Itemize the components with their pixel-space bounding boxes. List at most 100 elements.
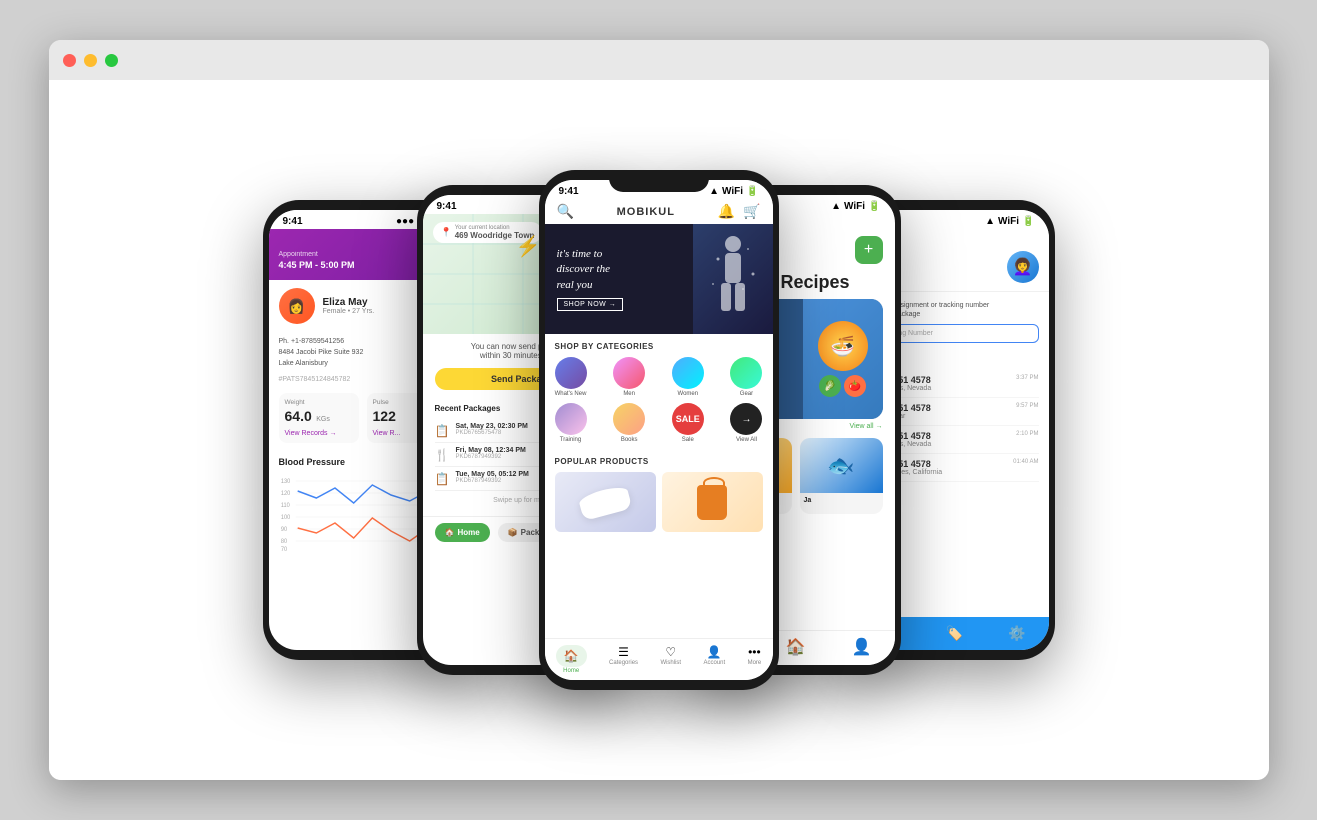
recipe-card-2[interactable]: 🐟 Ja [800,438,883,514]
tracking-nav-settings[interactable]: ⚙️ [1008,625,1025,642]
category-view-all[interactable]: → View All [730,403,762,443]
patient-info: Female • 27 Yrs. [323,308,375,315]
tab-home-label: Home [457,528,479,537]
phones-container: 9:41 ●●● ▲ 🔋 Appointment 4:45 PM - 5:00 … [109,100,1209,760]
tab-home[interactable]: 🏠 Home [435,523,490,542]
packages-icon: 📦 [508,528,518,537]
whats-new-circle [555,357,587,389]
weight-card: Weight 64.0 KGs View Records → [279,393,359,443]
category-books[interactable]: Books [613,403,645,443]
bell-icon[interactable]: 🔔 [718,203,735,220]
phone-mobikul: 9:41 ▲ WiFi 🔋 🔍 MOBIKUL 🔔 🛒 [539,170,779,690]
package-icon-2: 🍴 [435,448,450,462]
view-records-btn[interactable]: View Records → [285,430,353,437]
mobikul-bottom-nav: 🏠 Home ☰ Categories ♡ Wishlist [545,638,773,680]
svg-text:130: 130 [280,478,289,484]
popular-products: POPULAR PRODUCTS [545,453,773,536]
category-sale[interactable]: SALE Sale [672,403,704,443]
weight-value: 64.0 [285,408,312,424]
recipe-info-2: Ja [800,493,883,508]
nav-wishlist-label: Wishlist [660,660,681,666]
browser-window: 9:41 ●●● ▲ 🔋 Appointment 4:45 PM - 5:00 … [49,40,1269,780]
maximize-button[interactable] [105,54,118,67]
pulse-value: 122 [373,408,396,424]
categories-nav-icon: ☰ [618,645,629,659]
more-nav-icon: ••• [748,645,761,659]
weight-unit: KGs [316,416,330,423]
tracking-nav-tag[interactable]: 🏷️ [946,625,963,642]
popular-title: POPULAR PRODUCTS [555,457,763,466]
nav-categories[interactable]: ☰ Categories [605,643,642,676]
view-records-label: View Records → [285,430,337,437]
shop-now-button[interactable]: SHOP NOW → [557,298,624,311]
shop-categories: SHOP BY CATEGORIES What's New Men [545,334,773,453]
minimize-button[interactable] [84,54,97,67]
category-gear[interactable]: Gear [730,357,762,397]
map-pin-icon: 📍 [441,227,452,238]
search-icon[interactable]: 🔍 [557,203,574,220]
category-men[interactable]: Men [613,357,645,397]
nav-more[interactable]: ••• More [744,643,766,676]
gear-circle [730,357,762,389]
tracking-avatar: 👩‍🦱 [1007,251,1039,283]
food-visual-2: 🥬 [819,375,841,397]
svg-text:110: 110 [280,502,289,508]
books-circle [613,403,645,435]
weight-label: Weight [285,399,353,406]
delivery-time: 9:41 [437,201,457,212]
categories-row-2: Training Books SALE Sale → [555,403,763,443]
food-visual-3: 🍅 [844,375,866,397]
bag-visual [697,485,727,520]
patient-avatar: 👩 [279,288,315,324]
health-time: 9:41 [283,216,303,227]
categories-row-1: What's New Men Women [555,357,763,397]
svg-text:80: 80 [280,538,286,544]
products-row [555,472,763,532]
tracking-time-2: 9:57 PM [1016,403,1038,409]
tracking-time-3: 2:10 PM [1016,431,1038,437]
category-training[interactable]: Training [555,403,587,443]
category-whats-new[interactable]: What's New [555,357,587,397]
shoe-visual [578,483,633,520]
mobikul-screen: 9:41 ▲ WiFi 🔋 🔍 MOBIKUL 🔔 🛒 [545,180,773,680]
package-icon-1: 📋 [435,424,450,438]
training-circle [555,403,587,435]
food-visual-1: 🍜 [818,321,868,371]
header-icons: 🔔 🛒 [718,203,761,220]
close-button[interactable] [63,54,76,67]
mobikul-time: 9:41 [559,186,579,197]
hero-text: it's time todiscover thereal you [557,247,681,293]
svg-text:100: 100 [280,514,289,520]
nav-account-label: Account [704,660,726,666]
nav-categories-label: Categories [609,660,638,666]
hero-text-area: it's time todiscover thereal you SHOP NO… [545,237,693,321]
home-icon: 🏠 [445,528,455,537]
svg-text:120: 120 [280,490,289,496]
product-shoe[interactable] [555,472,656,532]
svg-text:90: 90 [280,526,286,532]
category-women[interactable]: Women [672,357,704,397]
package-icon-3: 📋 [435,472,450,486]
men-circle [613,357,645,389]
lightning-icon: ⚡ [516,234,541,259]
tracking-time-1: 3:37 PM [1016,375,1038,381]
nav-home[interactable]: 🏠 Home [552,643,591,676]
account-nav-icon: 👤 [707,645,722,659]
add-button[interactable]: + [855,236,883,264]
recipe-img-2: 🐟 [800,438,883,493]
women-circle [672,357,704,389]
browser-titlebar [49,40,1269,80]
recipes-nav-home[interactable]: 🏠 [786,637,806,657]
hero-figure-svg [703,229,763,329]
cart-icon[interactable]: 🛒 [743,203,760,220]
hero-image [693,224,773,334]
food-visual-row: 🥬 🍅 [819,375,866,397]
nav-wishlist[interactable]: ♡ Wishlist [656,643,685,676]
nav-account[interactable]: 👤 Account [700,643,730,676]
banner-right: 🍜 🥬 🍅 [803,299,883,419]
product-bag[interactable] [662,472,763,532]
browser-content: 9:41 ●●● ▲ 🔋 Appointment 4:45 PM - 5:00 … [49,80,1269,780]
mobikul-header: 🔍 MOBIKUL 🔔 🛒 [545,199,773,224]
home-nav-icon: 🏠 [564,649,579,663]
recipes-nav-user[interactable]: 👤 [852,637,872,657]
